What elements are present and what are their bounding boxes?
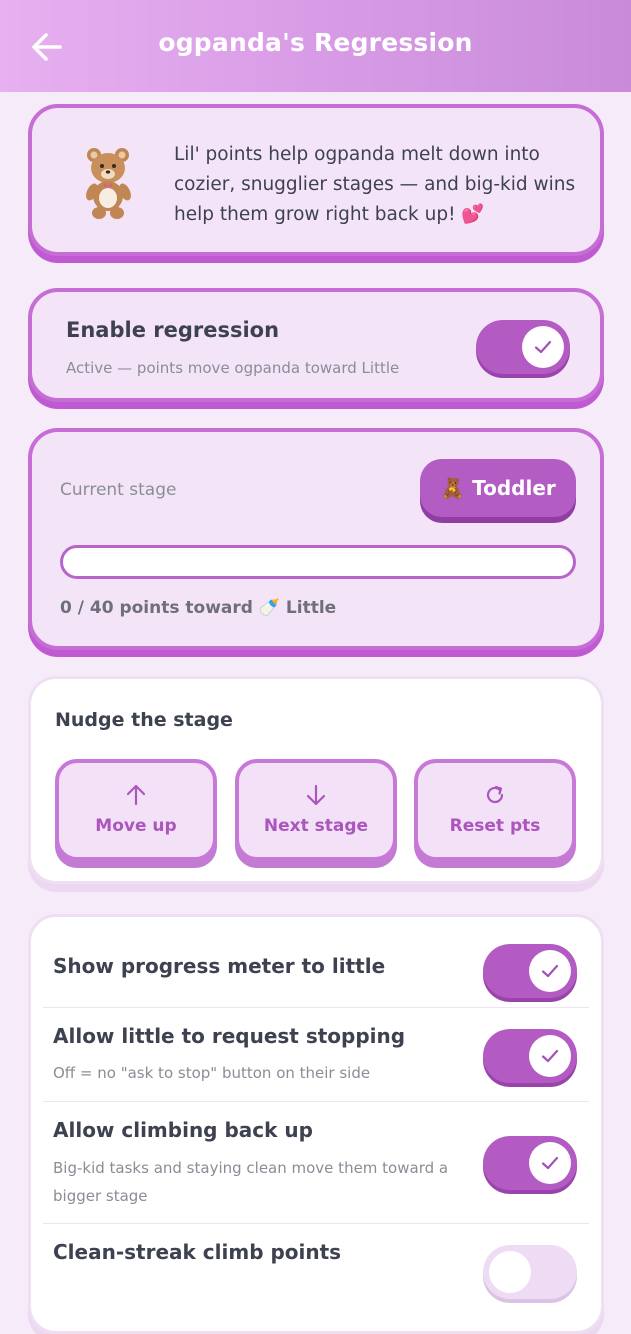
toggle-knob xyxy=(529,1142,571,1184)
next-stage-label: Next stage xyxy=(263,816,369,836)
app-header: ogpanda's Regression xyxy=(0,0,631,92)
stage-badge-button[interactable]: 🧸 Toddler xyxy=(420,459,576,517)
setting-title: Clean-streak climb points xyxy=(53,1240,342,1264)
toggle-knob xyxy=(489,1251,531,1293)
move-up-label: Move up xyxy=(95,816,177,836)
enable-regression-title: Enable regression xyxy=(66,318,280,342)
enable-regression-toggle[interactable] xyxy=(476,320,570,374)
stage-badge-label: 🧸 Toddler xyxy=(440,476,556,500)
setting-title: Allow little to request stopping xyxy=(53,1024,406,1048)
setting-description: Off = no "ask to stop" button on their s… xyxy=(53,1064,371,1082)
enable-regression-card: Enable regression Active — points move o… xyxy=(28,288,604,402)
climbing-back-toggle[interactable] xyxy=(483,1136,577,1190)
setting-title: Allow climbing back up xyxy=(53,1118,313,1142)
setting-row-request-stopping: Allow little to request stopping Off = n… xyxy=(43,1008,589,1102)
toggle-knob xyxy=(529,950,571,992)
check-icon xyxy=(541,964,559,978)
stage-progress-text: 0 / 40 points toward 🍼 Little xyxy=(60,598,337,618)
check-icon xyxy=(541,1156,559,1170)
current-stage-card: Current stage 🧸 Toddler 0 / 40 points to… xyxy=(28,428,604,650)
current-stage-label: Current stage xyxy=(60,480,177,500)
check-icon xyxy=(534,340,552,354)
enable-regression-description: Active — points move ogpanda toward Litt… xyxy=(66,359,400,377)
stage-progress-bar xyxy=(60,545,576,579)
intro-card: Lil' points help ogpanda melt down into … xyxy=(28,104,604,256)
reset-points-label: Reset pts xyxy=(449,816,541,836)
toggle-knob xyxy=(522,326,564,368)
setting-row-show-progress: Show progress meter to little xyxy=(43,937,589,1008)
settings-card: Show progress meter to little Allow litt… xyxy=(28,914,604,1334)
intro-text: Lil' points help ogpanda melt down into … xyxy=(174,144,576,225)
clean-streak-toggle[interactable] xyxy=(483,1245,577,1299)
reset-points-button[interactable]: Reset pts xyxy=(414,759,576,861)
page-title: ogpanda's Regression xyxy=(158,28,473,57)
refresh-icon xyxy=(486,785,504,804)
move-up-button[interactable]: Move up xyxy=(55,759,217,861)
show-progress-toggle[interactable] xyxy=(483,944,577,998)
setting-row-climbing-back: Allow climbing back up Big-kid tasks and… xyxy=(43,1102,589,1224)
setting-row-clean-streak: Clean-streak climb points xyxy=(43,1224,589,1304)
nudge-stage-card: Nudge the stage Move up Next stage Reset… xyxy=(28,676,604,884)
next-stage-button[interactable]: Next stage xyxy=(235,759,397,861)
request-stopping-toggle[interactable] xyxy=(483,1029,577,1083)
teddy-bear-icon xyxy=(86,148,131,219)
check-icon xyxy=(541,1049,559,1063)
setting-description: Big-kid tasks and staying clean move the… xyxy=(53,1159,449,1205)
nudge-stage-title: Nudge the stage xyxy=(55,709,233,731)
arrow-down-icon xyxy=(306,784,326,806)
toggle-knob xyxy=(529,1035,571,1077)
arrow-up-icon xyxy=(126,784,146,806)
setting-title: Show progress meter to little xyxy=(53,954,386,978)
